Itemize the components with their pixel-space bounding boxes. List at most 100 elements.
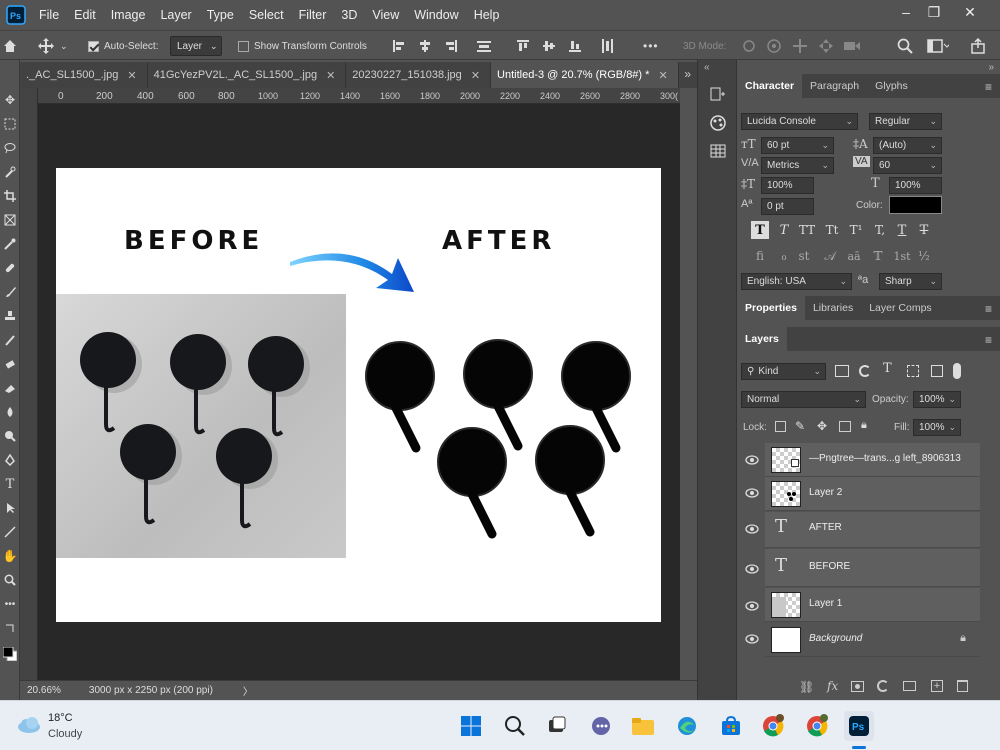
file-explorer-icon[interactable] — [628, 711, 658, 741]
strikethrough-button[interactable]: T — [915, 221, 933, 239]
3d-camera-icon[interactable] — [843, 31, 861, 61]
lock-transparent-icon[interactable] — [775, 421, 786, 432]
history-panel-icon[interactable] — [707, 84, 729, 106]
faux-italic-button[interactable]: T — [775, 221, 793, 239]
tab-paragraph[interactable]: Paragraph — [802, 74, 867, 98]
swap-colors-icon[interactable] — [0, 618, 20, 638]
type-tool-icon[interactable]: T — [0, 474, 20, 494]
small-caps-button[interactable]: Tt — [821, 221, 843, 239]
share-icon[interactable] — [970, 31, 986, 61]
all-caps-button[interactable]: TT — [795, 221, 819, 239]
after-text-layer[interactable]: AFTER — [442, 226, 555, 256]
menu-view[interactable]: View — [372, 8, 407, 22]
menu-3d[interactable]: 3D — [341, 8, 365, 22]
taskbar-search-icon[interactable] — [500, 711, 530, 741]
brush-tool-icon[interactable] — [0, 282, 20, 302]
tab-document-2[interactable]: 41GcYezPV2L._AC_SL1500_.jpg ✕ — [147, 62, 347, 88]
titling-alternates-button[interactable]: 𝕋 — [869, 247, 887, 265]
language-dropdown[interactable]: English: USA ⌄ — [741, 273, 852, 290]
close-icon[interactable]: ✕ — [658, 69, 667, 82]
distribute-icon[interactable] — [476, 31, 492, 61]
healing-brush-tool-icon[interactable] — [0, 258, 20, 278]
frame-tool-icon[interactable] — [0, 210, 20, 230]
filter-pixel-icon[interactable] — [835, 365, 849, 377]
align-center-icon[interactable] — [418, 31, 432, 61]
tab-layers[interactable]: Layers — [737, 327, 787, 351]
edit-toolbar-icon[interactable]: ••• — [0, 594, 20, 614]
crop-tool-icon[interactable] — [0, 186, 20, 206]
lock-pixels-icon[interactable]: ✎ — [795, 419, 805, 433]
underline-button[interactable]: T — [893, 221, 911, 239]
home-icon[interactable] — [0, 31, 20, 61]
visibility-eye-icon[interactable] — [745, 601, 759, 611]
font-size-field[interactable]: 60 pt ⌄ — [761, 137, 834, 154]
zoom-tool-icon[interactable] — [0, 570, 20, 590]
lock-all-icon[interactable]: 🔒︎ — [861, 419, 867, 432]
trash-icon[interactable] — [957, 680, 968, 692]
more-options-button[interactable]: ••• — [643, 31, 659, 61]
dodge-tool-icon[interactable] — [0, 426, 20, 446]
ligatures-button[interactable]: fi — [751, 247, 769, 265]
kerning-dropdown[interactable]: Metrics ⌄ — [761, 157, 834, 174]
edge-browser-icon[interactable] — [672, 711, 702, 741]
eraser-tool-icon[interactable] — [0, 354, 20, 374]
search-icon[interactable] — [897, 31, 913, 61]
opacity-field[interactable]: 100% ⌄ — [913, 391, 961, 408]
status-menu-arrow[interactable]: 〉 — [243, 683, 253, 698]
panel-menu-icon[interactable]: ≡ — [985, 333, 992, 347]
tab-document-3[interactable]: 20230227_151038.jpg ✕ — [346, 62, 492, 88]
auto-select-checkbox[interactable]: Auto-Select: — [88, 31, 158, 61]
ordinals-button[interactable]: 1st — [891, 247, 913, 265]
close-icon[interactable]: ✕ — [471, 69, 480, 82]
color-panel-icon[interactable] — [707, 112, 729, 134]
task-view-icon[interactable] — [542, 711, 572, 741]
visibility-eye-icon[interactable] — [745, 634, 759, 644]
pen-tool-icon[interactable] — [0, 450, 20, 470]
document-canvas[interactable]: BEFORE AFTER — [56, 168, 661, 622]
align-left-icon[interactable] — [392, 31, 406, 61]
horizontal-scale-field[interactable]: 100% — [889, 177, 942, 194]
fractions-button[interactable]: ½ — [915, 247, 933, 265]
workspace-icon[interactable] — [927, 31, 949, 61]
line-tool-icon[interactable] — [0, 522, 20, 542]
lasso-tool-icon[interactable] — [0, 138, 20, 158]
hand-tool-icon[interactable]: ✋ — [0, 546, 20, 566]
clone-stamp-tool-icon[interactable] — [0, 306, 20, 326]
tab-libraries[interactable]: Libraries — [805, 296, 861, 320]
before-text-layer[interactable]: BEFORE — [124, 226, 263, 256]
filter-toggle-icon[interactable] — [953, 363, 961, 379]
subscript-button[interactable]: T, — [869, 221, 891, 239]
teams-chat-icon[interactable] — [586, 711, 616, 741]
3d-roll-icon[interactable] — [766, 31, 782, 61]
swatches-panel-icon[interactable] — [707, 140, 729, 162]
weather-temperature[interactable]: 18°C — [48, 712, 73, 724]
adjustment-icon[interactable] — [877, 680, 889, 692]
filter-shape-icon[interactable] — [907, 365, 919, 377]
show-transform-checkbox[interactable]: Show Transform Controls — [238, 31, 367, 61]
collapse-icon[interactable]: « — [704, 62, 710, 73]
filter-adjustment-icon[interactable] — [859, 365, 871, 377]
new-layer-icon[interactable]: + — [931, 680, 943, 692]
swash-button[interactable]: 𝒜 — [821, 247, 839, 265]
distribute-vertical-icon[interactable] — [600, 31, 614, 61]
3d-pan-icon[interactable] — [792, 31, 808, 61]
chrome-profile-1-icon[interactable] — [758, 711, 788, 741]
tabs-overflow-icon[interactable]: » — [684, 67, 691, 81]
superscript-button[interactable]: T¹ — [845, 221, 867, 239]
tab-document-active[interactable]: Untitled-3 @ 20.7% (RGB/8#) * ✕ — [491, 62, 679, 88]
arrow-graphic[interactable] — [286, 240, 416, 296]
checkbox-checked-icon[interactable] — [88, 40, 99, 52]
discretionary-ligatures-button[interactable]: st — [795, 247, 813, 265]
chevron-down-icon[interactable]: ⌄ — [60, 41, 68, 52]
old-style-button[interactable]: ℴ — [775, 247, 793, 265]
eyedropper-tool-icon[interactable] — [0, 234, 20, 254]
photoshop-taskbar-icon[interactable]: Ps — [844, 711, 874, 741]
faux-bold-button[interactable]: T — [751, 221, 769, 239]
quick-select-tool-icon[interactable] — [0, 162, 20, 182]
auto-select-dropdown[interactable]: Layer ⌄ — [170, 31, 222, 61]
baseline-shift-field[interactable]: 0 pt — [761, 198, 814, 215]
visibility-eye-icon[interactable] — [745, 564, 759, 574]
panel-menu-icon[interactable]: ≡ — [985, 80, 992, 94]
panel-menu-icon[interactable]: ≡ — [985, 302, 992, 316]
gradient-tool-icon[interactable] — [0, 378, 20, 398]
